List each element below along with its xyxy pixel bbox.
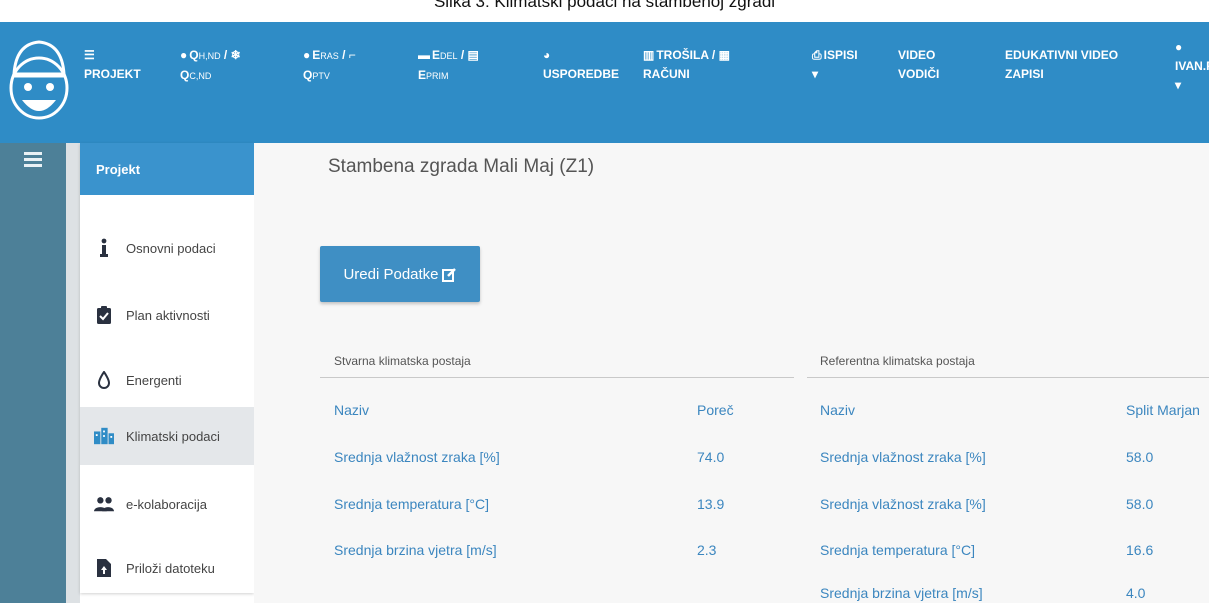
actual-row-value: 2.3 bbox=[697, 542, 717, 558]
section-divider bbox=[807, 377, 1209, 378]
nav-q-hnd-cnd[interactable]: ● QH,ND / ❄ QC,ND bbox=[180, 46, 243, 86]
section-divider bbox=[320, 377, 794, 378]
chevron-down-icon: ▾ bbox=[812, 67, 819, 81]
nav-trosila-racuni[interactable]: ▥ TROŠILA / ▦ RAČUNI bbox=[643, 46, 732, 84]
user-name: IVAN.F bbox=[1175, 59, 1209, 73]
sidebar-item-energenti[interactable]: Energenti bbox=[80, 351, 254, 409]
nav-user-menu[interactable]: ● IVAN.F ▾ bbox=[1175, 38, 1209, 95]
printer-icon: ⎙ bbox=[812, 48, 822, 62]
drop-icon: ● bbox=[180, 48, 188, 62]
reference-row-label: Srednja brzina vjetra [m/s] bbox=[820, 585, 983, 601]
sidebar-item-osnovni-podaci[interactable]: Osnovni podaci bbox=[80, 219, 254, 277]
mascot-face-icon[interactable] bbox=[6, 30, 72, 138]
actual-row-value: Poreč bbox=[697, 402, 734, 418]
info-icon bbox=[94, 238, 114, 258]
shower-icon: ⌐ bbox=[348, 48, 356, 62]
file-upload-icon bbox=[94, 559, 114, 577]
document-icon: ▤ bbox=[467, 48, 479, 62]
page-title: Stambena zgrada Mali Maj (Z1) bbox=[328, 156, 595, 177]
bulb-icon: ● bbox=[303, 48, 311, 62]
project-menu: Projekt Osnovni podaci Plan aktivnosti E… bbox=[80, 143, 254, 593]
reference-row-label: Naziv bbox=[820, 402, 856, 418]
users-icon bbox=[94, 496, 114, 512]
nav-e-ras-q-ptv[interactable]: ● ERAS / ⌐ QPTV bbox=[303, 46, 358, 86]
snowflake-icon: ❄ bbox=[230, 48, 241, 62]
actual-row-value: 13.9 bbox=[697, 496, 725, 512]
reference-row-label: Srednja vlažnost zraka [%] bbox=[820, 496, 986, 512]
nav-video-vodici[interactable]: VIDEO VODIČI bbox=[898, 46, 939, 84]
pie-chart-icon: ◕ bbox=[543, 48, 551, 62]
list-icon: ☰ bbox=[84, 48, 95, 62]
edit-data-button[interactable]: Uredi Podatke bbox=[320, 246, 480, 302]
actual-row-label: Srednja brzina vjetra [m/s] bbox=[334, 542, 497, 558]
hamburger-menu-icon[interactable] bbox=[24, 152, 42, 167]
edit-icon bbox=[441, 267, 456, 282]
reference-row-value: 58.0 bbox=[1126, 496, 1154, 512]
receipt-icon: ▦ bbox=[718, 48, 730, 62]
sidebar-gutter bbox=[66, 143, 80, 603]
actual-station-heading: Stvarna klimatska postaja bbox=[334, 354, 471, 368]
actual-row-label: Srednja temperatura [°C] bbox=[334, 496, 490, 512]
clipboard-check-icon bbox=[94, 306, 114, 324]
reference-row-label: Srednja vlažnost zraka [%] bbox=[820, 449, 986, 465]
top-navbar: ☰ PROJEKT ● QH,ND / ❄ QC,ND ● ERAS / ⌐ QPT… bbox=[0, 22, 1209, 143]
main-content bbox=[254, 143, 1209, 603]
reference-station-heading: Referentna klimatska postaja bbox=[820, 354, 975, 368]
buildings-icon bbox=[94, 427, 114, 445]
nav-projekt[interactable]: ☰ PROJEKT bbox=[84, 46, 141, 84]
reference-row-value: 58.0 bbox=[1126, 449, 1154, 465]
reference-row-value: Split Marjan bbox=[1126, 402, 1200, 418]
figure-caption: Slika 3: Klimatski podaci na stambenoj z… bbox=[433, 0, 776, 11]
sidebar-item-prilozi-datoteku[interactable]: Priloži datoteku bbox=[80, 539, 254, 597]
battery-icon: ▬ bbox=[418, 48, 430, 62]
sidebar-item-klimatski-podaci[interactable]: Klimatski podaci bbox=[80, 407, 254, 465]
sidebar-item-e-kolaboracija[interactable]: e-kolaboracija bbox=[80, 475, 254, 533]
user-icon: ● bbox=[1175, 40, 1183, 54]
actual-row-label: Srednja vlažnost zraka [%] bbox=[334, 449, 500, 465]
sidebar-item-plan-aktivnosti[interactable]: Plan aktivnosti bbox=[80, 286, 254, 344]
reference-row-value: 4.0 bbox=[1126, 585, 1146, 601]
menu-header: Projekt bbox=[80, 143, 254, 195]
drop-icon bbox=[94, 371, 114, 389]
actual-row-label: Naziv bbox=[334, 402, 370, 418]
nav-e-del-e-prim[interactable]: ▬ EDEL / ▤ EPRIM bbox=[418, 46, 481, 86]
nav-ispisi[interactable]: ⎙ ISPISI ▾ bbox=[812, 46, 858, 84]
reference-row-label: Srednja temperatura [°C] bbox=[820, 542, 976, 558]
meter-icon: ▥ bbox=[643, 48, 655, 62]
nav-usporedbe[interactable]: ◕ USPOREDBE bbox=[543, 46, 619, 84]
sidebar-strip bbox=[0, 143, 66, 603]
chevron-down-icon: ▾ bbox=[1175, 78, 1182, 92]
actual-row-value: 74.0 bbox=[697, 449, 725, 465]
reference-row-value: 16.6 bbox=[1126, 542, 1154, 558]
nav-edukativni-video[interactable]: EDUKATIVNI VIDEO ZAPISI bbox=[1005, 46, 1118, 84]
